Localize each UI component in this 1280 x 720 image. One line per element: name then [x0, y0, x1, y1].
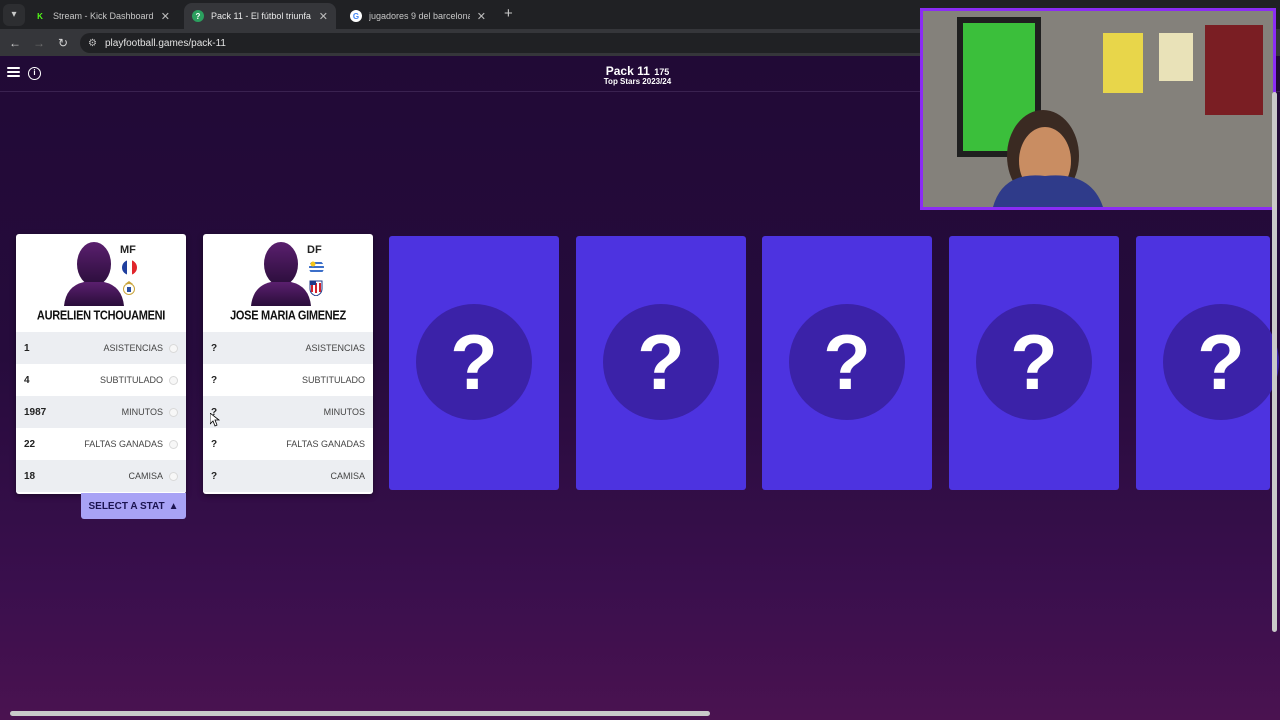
horizontal-scrollbar[interactable] — [10, 711, 710, 716]
stat-radio[interactable] — [169, 407, 178, 417]
stat-label: FALTAS GANADAS — [286, 439, 365, 449]
player-portrait: DF JOSE MARIA GIMENEZ — [203, 234, 373, 334]
player-position: DF — [307, 244, 322, 256]
stat-label: CAMISA — [128, 471, 163, 481]
stat-value: 22 — [24, 438, 36, 450]
stat-row-asistencias[interactable]: ? ASISTENCIAS — [203, 332, 373, 364]
site-info-icon[interactable]: ⚙ — [88, 38, 97, 49]
reload-icon[interactable]: ↻ — [51, 36, 75, 50]
france-flag-icon — [122, 260, 137, 275]
back-arrow-icon[interactable]: ← — [3, 36, 27, 50]
kick-favicon-icon: K — [37, 11, 43, 21]
close-tab-icon[interactable]: ✕ — [477, 10, 486, 23]
stat-value: ? — [211, 342, 218, 354]
mystery-card[interactable]: ? — [762, 236, 932, 490]
stat-label: CAMISA — [330, 471, 365, 481]
atletico-madrid-crest-icon — [309, 280, 323, 296]
question-mark-icon: ? — [789, 304, 905, 420]
stat-value: ? — [211, 438, 218, 450]
select-stat-label: SELECT A STAT — [88, 500, 165, 512]
mystery-card[interactable]: ? — [389, 236, 559, 490]
mouse-cursor-icon — [210, 413, 220, 427]
stat-label: MINUTOS — [121, 407, 163, 417]
stat-row-asistencias[interactable]: 1 ASISTENCIAS — [16, 332, 186, 364]
stat-radio[interactable] — [169, 471, 178, 481]
close-tab-icon[interactable]: ✕ — [319, 10, 328, 23]
stat-row-minutos[interactable]: ? MINUTOS — [203, 396, 373, 428]
stat-row-minutos[interactable]: 1987 MINUTOS — [16, 396, 186, 428]
player-card-tchouameni[interactable]: MF AURELIEN TCHOUAMENI 1 ASISTENCIAS 4 S… — [16, 234, 186, 494]
stat-value: 18 — [24, 470, 36, 482]
stat-radio[interactable] — [169, 343, 178, 353]
tab-list-chevron-icon[interactable]: ▾ — [3, 3, 25, 26]
stats-list: ? ASISTENCIAS ? SUBTITULADO ? MINUTOS ? … — [203, 332, 373, 492]
stat-label: SUBTITULADO — [301, 375, 365, 385]
stat-label: ASISTENCIAS — [305, 343, 365, 353]
pack-count: 175 — [654, 67, 670, 77]
stat-label: MINUTOS — [323, 407, 365, 417]
question-mark-icon: ? — [603, 304, 719, 420]
stat-row-camisa[interactable]: 18 CAMISA — [16, 460, 186, 492]
stat-value: 4 — [24, 374, 30, 386]
stat-row-subtitulado[interactable]: ? SUBTITULADO — [203, 364, 373, 396]
select-stat-button[interactable]: SELECT A STAT ▲ — [81, 493, 186, 519]
tab-title: Pack 11 - El fútbol triunfa sobre — [211, 11, 312, 21]
stat-value: ? — [211, 374, 218, 386]
streamer-webcam — [920, 8, 1276, 210]
browser-tab-google[interactable]: G jugadores 9 del barcelona - Bu ✕ — [342, 3, 494, 29]
real-madrid-crest-icon — [123, 281, 135, 295]
stat-row-camisa[interactable]: ? CAMISA — [203, 460, 373, 492]
stat-radio[interactable] — [169, 375, 178, 385]
vertical-scrollbar[interactable] — [1272, 92, 1277, 632]
google-favicon-icon: G — [350, 10, 362, 22]
question-mark-icon: ? — [1163, 304, 1279, 420]
stat-row-subtitulado[interactable]: 4 SUBTITULADO — [16, 364, 186, 396]
player-name: AURELIEN TCHOUAMENI — [36, 309, 166, 323]
question-mark-icon: ? — [416, 304, 532, 420]
stat-label: ASISTENCIAS — [103, 343, 163, 353]
stat-radio[interactable] — [169, 439, 178, 449]
playfootball-favicon-icon: ? — [192, 10, 204, 22]
mystery-card[interactable]: ? — [576, 236, 746, 490]
stat-value: 1987 — [24, 406, 47, 418]
stats-list: 1 ASISTENCIAS 4 SUBTITULADO 1987 MINUTOS… — [16, 332, 186, 492]
uruguay-flag-icon — [309, 260, 324, 275]
url-text: playfootball.games/pack-11 — [104, 37, 226, 49]
forward-arrow-icon[interactable]: → — [27, 36, 51, 50]
chevron-up-icon: ▲ — [168, 500, 179, 512]
tab-title: jugadores 9 del barcelona - Bu — [369, 11, 470, 21]
close-tab-icon[interactable]: ✕ — [161, 10, 170, 23]
player-card-gimenez[interactable]: DF JOSE MARIA GIMENEZ ? ASISTENCIAS ? SU… — [203, 234, 373, 494]
webcam-video-image — [923, 11, 1273, 207]
stat-label: SUBTITULADO — [99, 375, 163, 385]
mystery-card[interactable]: ? — [1136, 236, 1279, 490]
player-portrait: MF AURELIEN TCHOUAMENI — [16, 234, 186, 334]
tab-title: Stream - Kick Dashboard — [53, 11, 154, 21]
stat-value: 1 — [24, 342, 30, 354]
browser-tab-kick[interactable]: K Stream - Kick Dashboard ✕ — [26, 3, 178, 29]
player-name: JOSE MARIA GIMENEZ — [230, 309, 346, 323]
player-silhouette-icon — [251, 242, 311, 306]
player-position: MF — [120, 244, 136, 256]
stat-row-faltas-ganadas[interactable]: ? FALTAS GANADAS — [203, 428, 373, 460]
mystery-card[interactable]: ? — [949, 236, 1119, 490]
address-bar[interactable]: ⚙ playfootball.games/pack-11 — [80, 33, 940, 53]
player-silhouette-icon — [64, 242, 124, 306]
question-mark-icon: ? — [976, 304, 1092, 420]
new-tab-plus-icon[interactable]: + — [504, 5, 513, 22]
browser-tab-pack[interactable]: ? Pack 11 - El fútbol triunfa sobre ✕ — [184, 3, 336, 29]
pack-name: Pack 11 — [605, 64, 650, 78]
stat-row-faltas-ganadas[interactable]: 22 FALTAS GANADAS — [16, 428, 186, 460]
stat-value: ? — [211, 470, 218, 482]
stat-label: FALTAS GANADAS — [84, 439, 163, 449]
